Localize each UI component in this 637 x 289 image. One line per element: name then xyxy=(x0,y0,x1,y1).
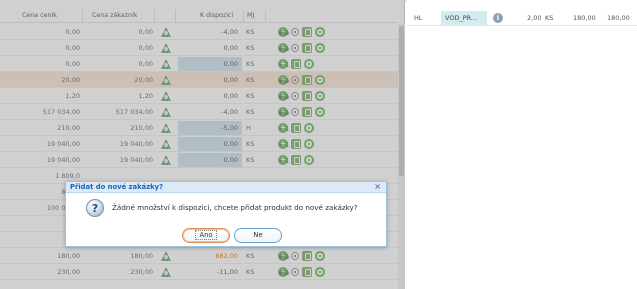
dialog-title: Přidat do nové zakázky? xyxy=(70,183,164,191)
yes-button[interactable]: Ano xyxy=(182,228,230,243)
no-button[interactable]: Ne xyxy=(234,228,282,243)
order-line-code: HL xyxy=(414,14,423,22)
close-icon[interactable]: × xyxy=(374,182,381,192)
order-line-row[interactable]: HL VOD_PR... i 2,00 KS 180,00 180,00 xyxy=(407,10,637,26)
question-icon: ? xyxy=(86,199,104,217)
order-line-mj: KS xyxy=(545,14,554,22)
dialog-message: Žádné množství k dispozici, chcete přida… xyxy=(112,203,358,212)
dialog-titlebar: Přidat do nové zakázky? × xyxy=(66,182,386,193)
add-to-new-order-dialog: Přidat do nové zakázky? × ? Žádné množst… xyxy=(65,181,387,247)
order-line-price: 180,00 xyxy=(573,14,596,22)
order-line-total: 180,00 xyxy=(607,14,630,22)
info-icon[interactable]: i xyxy=(493,13,503,23)
order-line-product-code[interactable]: VOD_PR... xyxy=(441,11,487,25)
yes-button-label: Ano xyxy=(195,230,217,240)
right-panel: HL VOD_PR... i 2,00 KS 180,00 180,00 xyxy=(407,0,637,289)
order-line-qty: 2,00 xyxy=(527,14,542,22)
